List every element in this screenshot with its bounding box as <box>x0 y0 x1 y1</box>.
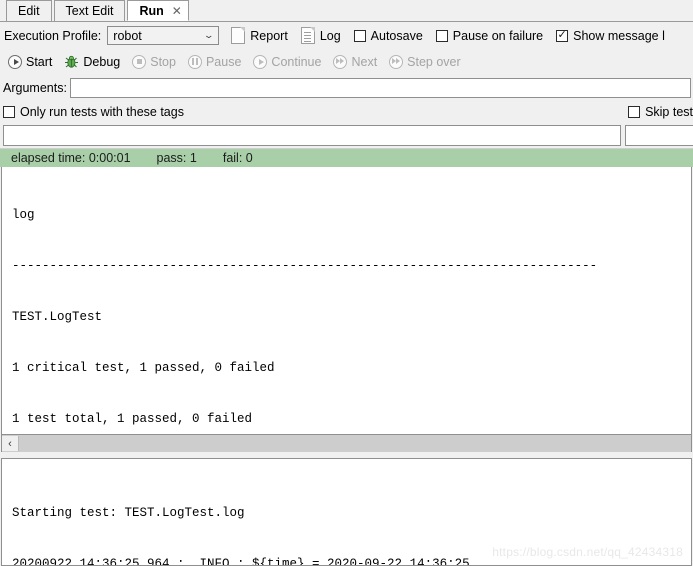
autosave-label: Autosave <box>370 28 423 43</box>
status-bar: elapsed time: 0:00:01 pass: 1 fail: 0 <box>0 148 693 167</box>
tags-inputs-row <box>0 122 693 148</box>
scrollbar-track[interactable] <box>19 436 691 451</box>
stop-button[interactable]: Stop <box>132 54 176 69</box>
console-suite1-critical: 1 critical test, 1 passed, 0 failed <box>12 361 275 375</box>
show-message-checkbox-box: ✓ <box>556 29 569 42</box>
only-run-tags-checkbox[interactable]: Only run tests with these tags <box>3 105 184 119</box>
step-over-button[interactable]: Step over <box>389 54 461 69</box>
console-suite1-total: 1 test total, 1 passed, 0 failed <box>12 412 253 426</box>
scroll-left-arrow-icon[interactable]: ‹ <box>2 436 19 451</box>
execution-profile-select[interactable]: robot ⌄ <box>107 26 220 45</box>
skip-tests-checkbox[interactable]: Skip test <box>628 105 693 119</box>
bug-icon <box>64 55 79 69</box>
log-button-label: Log <box>319 28 341 43</box>
chevron-down-icon: ⌄ <box>202 30 215 40</box>
run-tab-window: Edit Text Edit Run ✕ Execution Profile: … <box>0 0 693 566</box>
watermark-text: https://blog.csdn.net/qq_42434318 <box>492 545 683 559</box>
execution-toolbar: Execution Profile: robot ⌄ Report Log Au… <box>0 22 693 49</box>
pass-count-text: pass: 1 <box>156 151 197 165</box>
execution-profile-value: robot <box>113 28 142 43</box>
pause-on-failure-label: Pause on failure <box>452 28 544 43</box>
log-document-icon <box>300 27 315 44</box>
report-button[interactable]: Report <box>231 27 288 44</box>
pause-icon <box>187 54 202 69</box>
pause-button[interactable]: Pause <box>187 54 242 69</box>
pause-button-label: Pause <box>205 54 242 69</box>
report-button-label: Report <box>250 28 288 43</box>
fail-count-text: fail: 0 <box>222 151 253 165</box>
log-button[interactable]: Log <box>300 27 341 44</box>
pause-on-failure-checkbox-box <box>435 29 448 42</box>
step-over-button-label: Step over <box>407 54 461 69</box>
execution-profile-label: Execution Profile: <box>4 28 102 43</box>
tab-edit[interactable]: Edit <box>6 0 52 21</box>
show-message-checkbox[interactable]: ✓ Show message l <box>556 29 665 43</box>
tags-options-row: Only run tests with these tags Skip test <box>0 102 693 122</box>
message-log-panel[interactable]: Starting test: TEST.LogTest.log 20200922… <box>1 458 692 566</box>
message-log-line-1: Starting test: TEST.LogTest.log <box>12 506 245 520</box>
tab-bar: Edit Text Edit Run ✕ <box>0 0 693 22</box>
tab-run[interactable]: Run ✕ <box>127 0 189 21</box>
next-fast-forward-icon <box>333 54 348 69</box>
tab-edit-label: Edit <box>18 4 40 18</box>
include-tags-input[interactable] <box>3 124 621 146</box>
tab-text-edit[interactable]: Text Edit <box>53 0 126 21</box>
close-icon[interactable]: ✕ <box>172 4 182 18</box>
autosave-checkbox[interactable]: Autosave <box>353 28 423 43</box>
start-button[interactable]: Start <box>8 54 53 69</box>
tab-run-label: Run <box>139 4 164 18</box>
continue-button-label: Continue <box>271 54 322 69</box>
skip-tests-checkbox-box <box>628 106 641 118</box>
stop-button-label: Stop <box>150 54 176 69</box>
autosave-checkbox-box <box>353 29 366 42</box>
next-button-label: Next <box>351 54 378 69</box>
console-horizontal-scrollbar[interactable]: ‹ <box>1 435 692 452</box>
skip-tests-label: Skip test <box>645 105 693 119</box>
elapsed-time-text: elapsed time: 0:00:01 <box>11 151 131 165</box>
arguments-row: Arguments: <box>0 74 693 102</box>
console-output[interactable]: log ------------------------------------… <box>1 167 692 435</box>
only-run-tags-checkbox-box <box>3 106 15 118</box>
step-over-fast-forward-icon <box>389 54 404 69</box>
tab-text-edit-label: Text Edit <box>65 4 114 18</box>
stop-icon <box>132 54 147 69</box>
report-document-icon <box>231 27 246 44</box>
continue-play-icon <box>253 54 268 69</box>
pause-on-failure-checkbox[interactable]: Pause on failure <box>435 28 544 43</box>
next-button[interactable]: Next <box>333 54 378 69</box>
debug-button-label: Debug <box>83 54 121 69</box>
continue-button[interactable]: Continue <box>253 54 322 69</box>
run-controls-toolbar: Start Debug Stop Pause Continue Next Ste… <box>0 49 693 74</box>
show-message-label: Show message l <box>573 28 665 43</box>
arguments-label: Arguments: <box>3 81 67 95</box>
play-icon <box>8 54 22 69</box>
console-suite1-name: TEST.LogTest <box>12 310 103 324</box>
arguments-input[interactable] <box>69 78 691 98</box>
start-button-label: Start <box>26 54 53 69</box>
console-dash-rule-1: ----------------------------------------… <box>12 259 598 273</box>
debug-button[interactable]: Debug <box>64 55 120 69</box>
only-run-tags-label: Only run tests with these tags <box>20 105 184 119</box>
console-line-log: log <box>12 208 35 222</box>
exclude-tags-input[interactable] <box>625 124 693 146</box>
